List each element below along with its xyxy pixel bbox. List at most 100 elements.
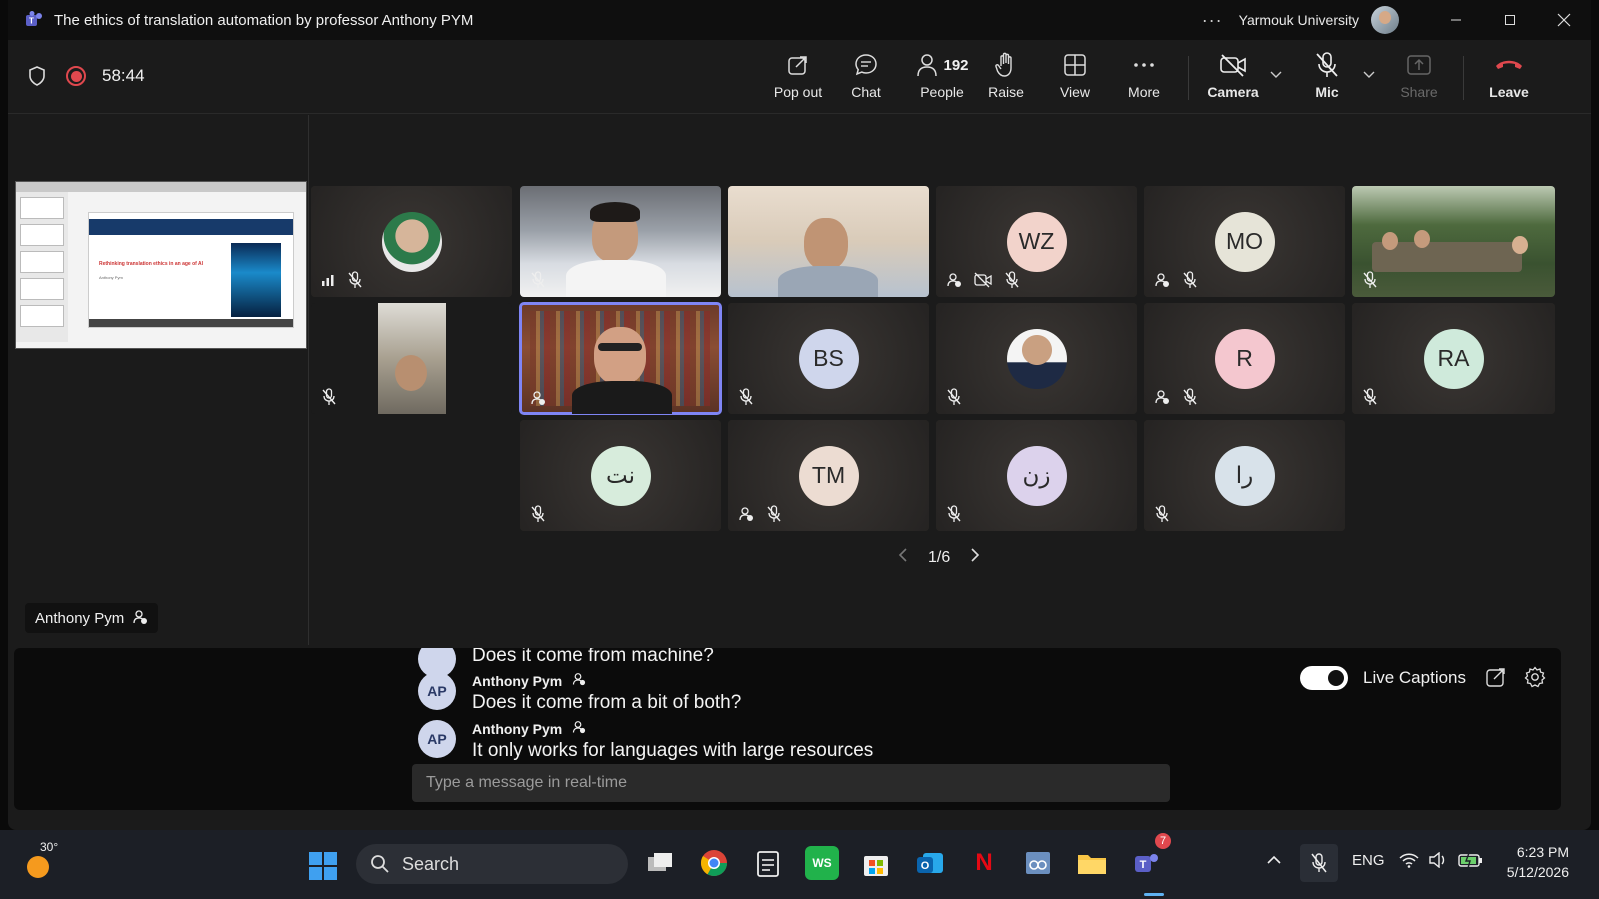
share-label: Share	[1400, 84, 1438, 100]
next-page-icon[interactable]	[970, 547, 980, 568]
mic-off-icon	[531, 505, 545, 522]
raise-hand-icon	[995, 52, 1012, 77]
participant-initials: WZ	[1006, 211, 1067, 272]
mic-off-icon	[947, 388, 961, 405]
wifi-icon[interactable]	[1399, 852, 1419, 872]
organizer-icon	[572, 721, 586, 737]
system-clock[interactable]: 6:23 PM 5/12/2026	[1507, 842, 1569, 882]
leave-button[interactable]: Leave	[1476, 50, 1542, 106]
camera-button[interactable]: Camera	[1200, 50, 1266, 106]
participant-tile[interactable]: زن	[936, 420, 1137, 531]
share-button[interactable]: Share	[1386, 50, 1452, 106]
previous-page-icon[interactable]	[898, 547, 908, 568]
live-captions-toggle[interactable]	[1300, 666, 1348, 690]
netflix-icon[interactable]: N	[967, 846, 1001, 880]
live-captions-panel: Does it come from machine? AP Anthony Py…	[14, 648, 1561, 810]
participant-initials: MO	[1214, 211, 1275, 272]
tray-mic-muted-icon[interactable]	[1300, 844, 1338, 882]
task-view-icon[interactable]	[643, 846, 677, 880]
title-bar: T The ethics of translation automation b…	[8, 0, 1591, 40]
participant-tile[interactable]: R	[1144, 303, 1345, 414]
meeting-timer: 58:44	[102, 66, 145, 85]
participant-tile[interactable]: نت	[520, 420, 721, 531]
caption-speaker-name: Anthony Pym	[472, 673, 563, 689]
volume-icon[interactable]	[1428, 851, 1448, 872]
battery-charging-icon[interactable]	[1458, 852, 1484, 872]
show-hidden-icons-chevron-icon[interactable]	[1267, 852, 1281, 869]
close-button[interactable]	[1537, 0, 1591, 40]
chrome-icon[interactable]	[697, 846, 731, 880]
outlook-icon[interactable]: O	[913, 846, 947, 880]
camera-off-icon	[1220, 54, 1246, 77]
guest-icon	[947, 273, 961, 287]
view-label: View	[1059, 84, 1091, 100]
participant-video-tile[interactable]	[520, 186, 721, 297]
shared-screen-preview[interactable]: Rethinking translation ethics in an age …	[15, 181, 307, 349]
weather-sun-icon[interactable]	[24, 850, 54, 880]
teams-taskbar-icon[interactable]: T	[1129, 846, 1163, 880]
teams-notification-badge: 7	[1155, 833, 1171, 849]
mic-off-icon	[1155, 505, 1169, 522]
popout-button[interactable]: Pop out	[765, 50, 831, 106]
mic-off-icon	[1005, 271, 1019, 288]
active-speaker-video-tile[interactable]	[519, 302, 722, 415]
shield-icon[interactable]	[28, 66, 46, 86]
mic-button[interactable]: Mic	[1294, 50, 1360, 106]
mic-off-icon	[322, 388, 336, 405]
notepad-icon[interactable]	[751, 846, 785, 880]
more-dots-icon	[1134, 63, 1154, 67]
participant-tile[interactable]	[936, 303, 1137, 414]
search-icon	[371, 855, 389, 873]
participant-video-tile[interactable]	[1352, 186, 1555, 297]
stage-divider	[308, 115, 309, 645]
participant-tile[interactable]	[311, 186, 512, 297]
start-button[interactable]	[309, 852, 337, 880]
more-actions-button[interactable]: More	[1111, 50, 1177, 106]
snipping-tool-icon[interactable]	[1021, 846, 1055, 880]
organization-name[interactable]: Yarmouk University	[1239, 12, 1359, 28]
camera-options-chevron-icon[interactable]	[1270, 68, 1282, 82]
view-button[interactable]: View	[1042, 50, 1108, 106]
taskbar-search[interactable]: Search	[356, 844, 628, 884]
slide-title: Rethinking translation ethics in an age …	[99, 261, 203, 267]
chat-icon	[855, 54, 877, 76]
ppt-slide-thumbnails	[16, 192, 68, 342]
participant-tile[interactable]: TM	[728, 420, 929, 531]
participant-tile[interactable]: WZ	[936, 186, 1137, 297]
ws-app-icon[interactable]: WS	[805, 846, 839, 880]
weather-temperature: 30°	[40, 840, 59, 854]
toolbar-divider	[1188, 56, 1189, 100]
title-more-button[interactable]: ···	[1202, 10, 1223, 31]
caption-text: Does it come from machine?	[472, 648, 714, 666]
mic-off-icon	[1363, 271, 1377, 288]
signal-strength-icon	[322, 275, 334, 286]
participant-tile[interactable]: را	[1144, 420, 1345, 531]
hang-up-icon	[1496, 60, 1522, 69]
maximize-button[interactable]	[1483, 0, 1537, 40]
participant-tile[interactable]: MO	[1144, 186, 1345, 297]
participant-tile[interactable]: BS	[728, 303, 929, 414]
ppt-ribbon	[16, 182, 306, 192]
mic-options-chevron-icon[interactable]	[1363, 68, 1375, 82]
captions-settings-gear-icon[interactable]	[1524, 666, 1546, 688]
participant-initials: R	[1214, 328, 1275, 389]
participant-video-tile[interactable]	[311, 303, 512, 414]
share-icon	[1407, 55, 1431, 75]
participant-video-tile[interactable]	[728, 186, 929, 297]
guest-icon	[739, 507, 753, 521]
live-captions-label: Live Captions	[1363, 668, 1467, 687]
caption-text: Does it come from a bit of both?	[472, 692, 742, 713]
slide-author: Anthony Pym	[99, 275, 123, 280]
microsoft-store-icon[interactable]	[859, 846, 893, 880]
people-button[interactable]: 192 People	[904, 50, 980, 106]
raise-hand-button[interactable]: Raise	[973, 50, 1039, 106]
input-language[interactable]: ENG	[1352, 852, 1385, 869]
file-explorer-icon[interactable]	[1075, 846, 1109, 880]
chat-button[interactable]: Chat	[833, 50, 899, 106]
captions-popout-icon[interactable]	[1485, 666, 1507, 688]
realtime-message-input[interactable]: Type a message in real-time	[412, 764, 1170, 802]
participant-tile[interactable]: RA	[1352, 303, 1555, 414]
chat-label: Chat	[851, 84, 881, 100]
account-avatar[interactable]	[1371, 6, 1399, 34]
minimize-button[interactable]	[1429, 0, 1483, 40]
